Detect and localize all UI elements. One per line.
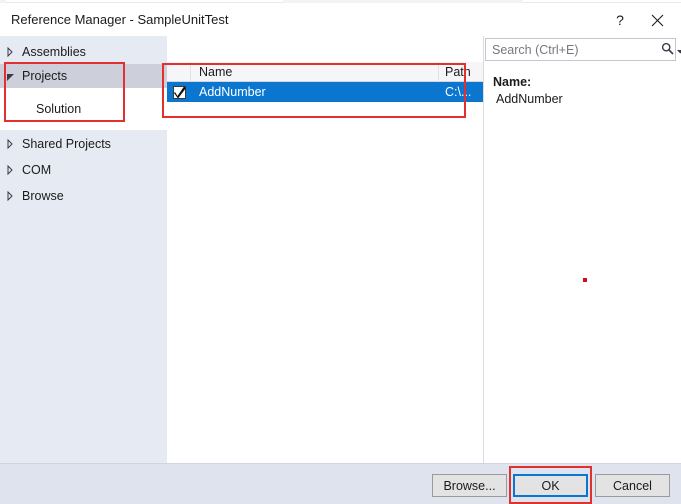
detail-name-value: AddNumber (496, 92, 563, 106)
dialog-footer: Browse... OK Cancel (0, 463, 681, 504)
sidebar-item-solution[interactable]: Solution (0, 88, 167, 130)
sidebar-item-projects[interactable]: Projects (0, 64, 167, 88)
chevron-right-icon (0, 47, 20, 57)
category-tree: Assemblies Projects Solution Shared Proj… (0, 36, 167, 463)
sidebar-item-label: Projects (22, 69, 68, 83)
reference-manager-dialog: Reference Manager - SampleUnitTest ? Ass… (0, 0, 681, 504)
column-header-name[interactable]: Name (191, 61, 439, 82)
chevron-right-icon (0, 139, 20, 149)
sidebar-item-label: Solution (36, 102, 82, 116)
sidebar-item-browse[interactable]: Browse (0, 184, 167, 208)
sidebar-item-com[interactable]: COM (0, 158, 167, 182)
ok-button[interactable]: OK (513, 474, 588, 497)
chevron-right-icon (0, 165, 20, 175)
table-row[interactable]: AddNumber C:\... (167, 82, 483, 102)
search-box[interactable] (485, 38, 681, 61)
close-button[interactable] (641, 6, 673, 34)
cancel-button[interactable]: Cancel (595, 474, 670, 497)
search-icon-group[interactable] (657, 42, 681, 58)
help-button[interactable]: ? (604, 6, 636, 34)
search-input[interactable] (486, 40, 657, 59)
sidebar-item-shared-projects[interactable]: Shared Projects (0, 132, 167, 156)
window-title: Reference Manager - SampleUnitTest (11, 12, 229, 27)
row-name: AddNumber (199, 85, 266, 99)
column-header-check[interactable] (167, 61, 191, 82)
column-header-path[interactable]: Path (439, 62, 483, 82)
detail-name-label: Name: (493, 75, 532, 89)
row-checkbox[interactable] (167, 82, 191, 102)
reference-list-panel: Name Path AddNumber C:\... (167, 36, 484, 463)
list-column-headers: Name Path (167, 61, 483, 82)
sidebar-item-label: Browse (22, 189, 64, 203)
sidebar-item-label: COM (22, 163, 52, 177)
annotation-dot (583, 278, 587, 282)
browse-button[interactable]: Browse... (432, 474, 507, 497)
chevron-right-icon (0, 191, 20, 201)
chevron-down-icon (0, 72, 20, 81)
checkbox-checked-icon (172, 85, 186, 99)
sidebar-item-label: Assemblies (22, 45, 86, 59)
details-panel: Name: AddNumber (485, 36, 681, 463)
chevron-down-icon[interactable] (676, 43, 681, 57)
title-bar: Reference Manager - SampleUnitTest ? (0, 3, 681, 36)
sidebar-item-label: Shared Projects (22, 137, 111, 151)
sidebar-item-assemblies[interactable]: Assemblies (0, 40, 167, 64)
search-icon[interactable] (661, 42, 674, 58)
row-path: C:\... (445, 85, 472, 99)
close-icon (651, 14, 664, 27)
